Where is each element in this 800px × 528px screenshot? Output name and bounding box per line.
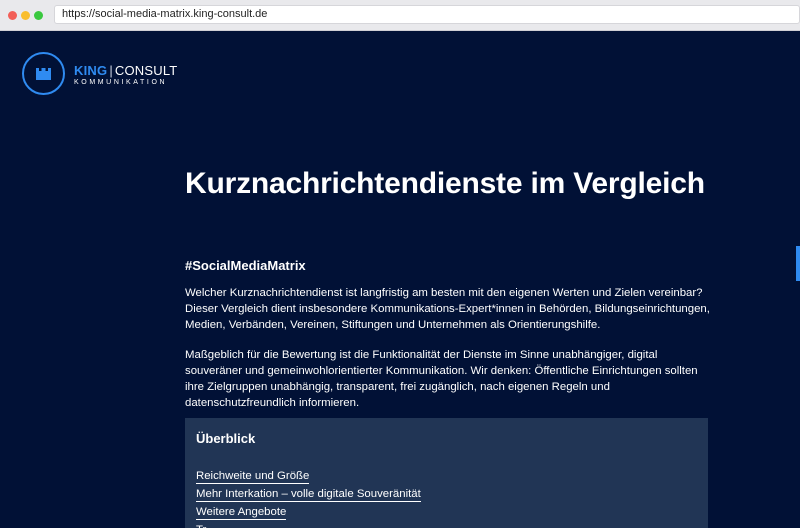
intro-paragraph: Welcher Kurznachrichtendienst ist langfr… [185, 287, 710, 331]
logo-subtitle: KOMMUNIKATION [74, 79, 168, 86]
overview-panel: Überblick Reichweite und Größe Mehr Inte… [185, 418, 708, 528]
overview-link-interaktion[interactable]: Mehr Interkation – volle digitale Souver… [196, 487, 421, 502]
address-bar-url: https://social-media-matrix.king-consult… [62, 8, 268, 20]
overview-link-partial[interactable]: Tr [196, 523, 206, 528]
overview-link-reichweite[interactable]: Reichweite und Größe [196, 469, 310, 484]
minimize-window-button[interactable] [21, 11, 30, 20]
scroll-indicator[interactable] [796, 246, 800, 281]
logo-separator: | [109, 63, 113, 78]
maximize-window-button[interactable] [34, 11, 43, 20]
criteria-paragraph: Maßgeblich für die Bewertung ist die Fun… [185, 349, 698, 409]
browser-toolbar: https://social-media-matrix.king-consult… [0, 0, 800, 31]
hashtag-heading: #SocialMediaMatrix [185, 258, 306, 273]
logo-wordmark: KING | CONSULT [74, 63, 177, 78]
logo-brand-secondary: CONSULT [114, 63, 178, 78]
overview-title: Überblick [196, 431, 256, 446]
page-title: Kurznachrichtendienste im Vergleich [185, 167, 705, 200]
page-content: KING | CONSULT KOMMUNIKATION Kurznachricht… [0, 31, 800, 528]
overview-link-weitere-angebote[interactable]: Weitere Angebote [196, 505, 287, 520]
logo-brand-primary: KING [74, 63, 108, 78]
close-window-button[interactable] [8, 11, 17, 20]
crown-icon [36, 68, 51, 80]
logo-ring [22, 52, 65, 95]
address-bar[interactable]: https://social-media-matrix.king-consult… [54, 5, 800, 24]
